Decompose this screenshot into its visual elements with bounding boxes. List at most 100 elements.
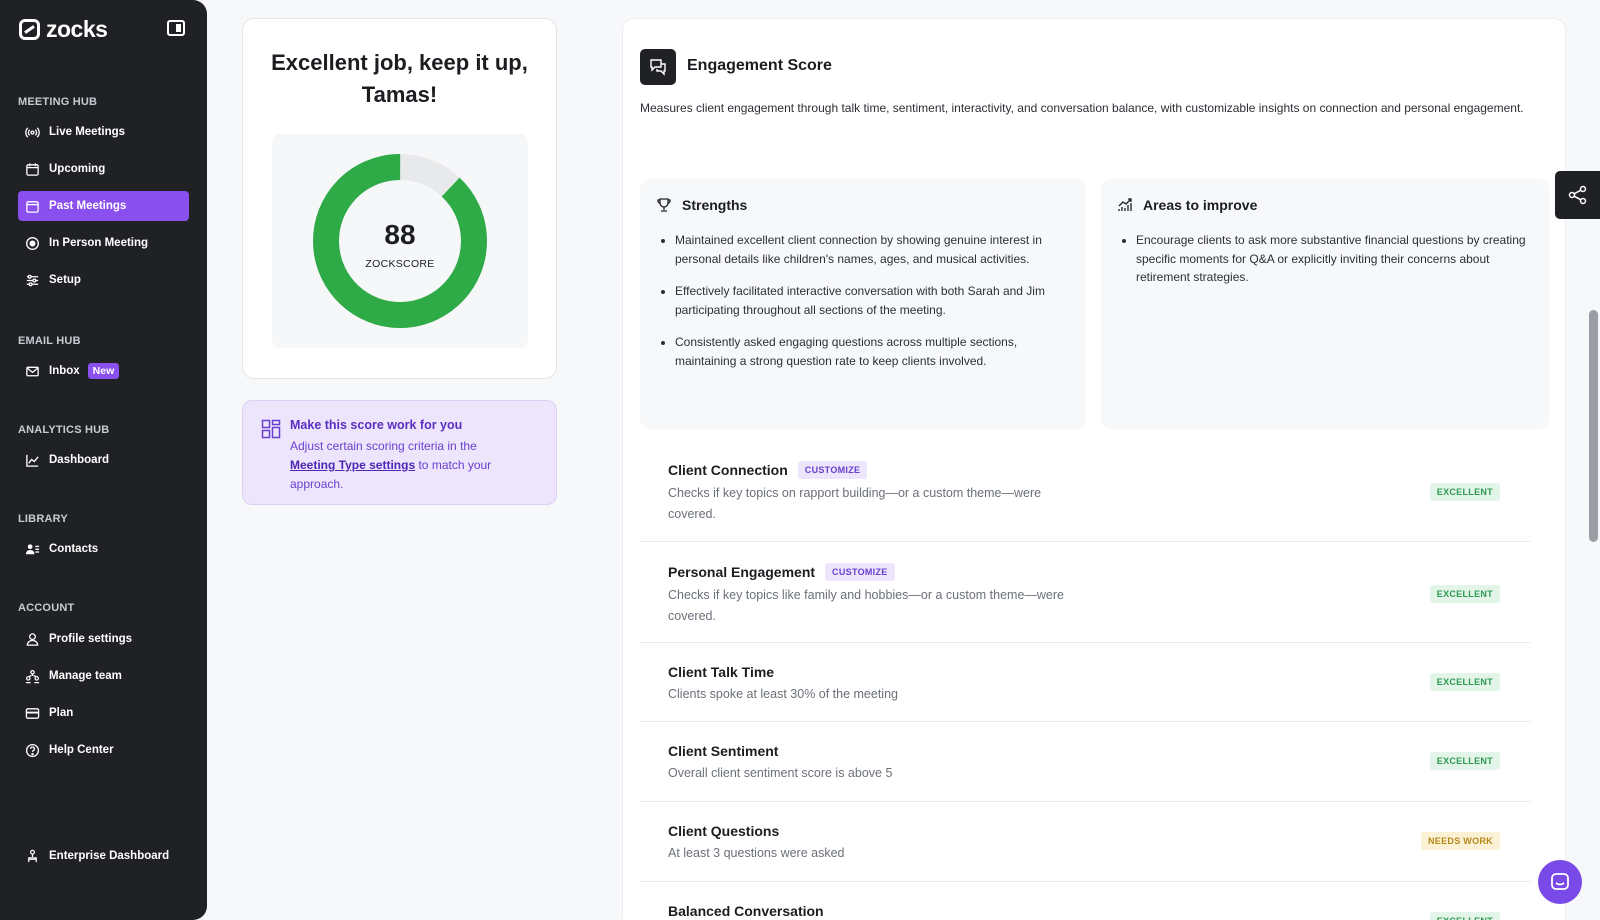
criteria-row-client-connection: Client Connection CUSTOMIZE Checks if ke… [640,447,1530,542]
improve-title: Areas to improve [1143,197,1258,213]
status-badge: EXCELLENT [1429,673,1500,691]
customize-button[interactable]: CUSTOMIZE [825,563,895,581]
team-icon [24,668,40,684]
criteria-title: Client Talk Time [668,664,775,680]
chat-bubble-icon [640,49,676,85]
sidebar-item-upcoming[interactable]: Upcoming [18,154,189,184]
criteria-title: Personal Engagement [668,564,816,580]
criteria-name: Client Connection CUSTOMIZE [668,461,868,479]
sidebar-item-label: Past Meetings [49,200,127,212]
list-item: Maintained excellent client connection b… [675,231,1060,268]
strengths-title: Strengths [682,197,748,213]
section-meeting-hub: MEETING HUB [18,96,98,108]
broadcast-icon [24,124,40,140]
meeting-type-settings-link[interactable]: Meeting Type settings [290,458,415,472]
sidebar-item-plan[interactable]: Plan [18,698,189,728]
zocks-logo[interactable]: zocks [19,16,108,43]
contacts-icon [24,541,40,557]
status-badge: EXCELLENT [1429,752,1500,770]
sidebar-item-profile-settings[interactable]: Profile settings [18,624,189,654]
score-title: Excellent job, keep it up, Tamas! [271,50,528,107]
layout-grid-icon [261,419,281,439]
user-icon [24,631,40,647]
criteria-row-client-sentiment: Client Sentiment Overall client sentimen… [640,722,1530,802]
strengths-list: Maintained excellent client connection b… [675,231,1060,384]
improve-card: Areas to improve Encourage clients to as… [1101,179,1549,429]
score-card: Excellent job, keep it up, Tamas! 88 ZOC… [242,18,557,379]
sidebar-item-live-meetings[interactable]: Live Meetings [18,117,189,147]
status-badge: NEEDS WORK [1420,832,1500,850]
new-badge: New [87,363,120,379]
record-icon [24,235,40,251]
sidebar-item-in-person[interactable]: In Person Meeting [18,228,189,258]
criteria-row-balanced-conversation: Balanced Conversation EXCELLENT [640,882,1530,920]
sidebar-item-label: Upcoming [49,163,106,175]
engagement-panel: Engagement Score Measures client engagem… [622,18,1566,920]
sidebar-item-manage-team[interactable]: Manage team [18,661,189,691]
app-name: zocks [46,16,108,42]
enterprise-icon [24,848,40,864]
mail-icon [24,363,40,379]
criteria-title: Client Sentiment [668,743,779,759]
tip-card: Make this score work for you Adjust cert… [242,400,557,505]
criteria-row-client-talk-time: Client Talk Time Clients spoke at least … [640,643,1530,722]
criteria-name: Client Talk Time [668,664,774,680]
sidebar-item-enterprise-dashboard[interactable]: Enterprise Dashboard [18,841,189,871]
card-icon [24,705,40,721]
calendar-past-icon [24,198,40,214]
score-donut: 88 ZOCKSCORE [272,134,528,348]
criteria-title: Client Questions [668,823,780,839]
customize-button[interactable]: CUSTOMIZE [797,461,868,479]
sidebar-item-label: Help Center [49,744,114,756]
sidebar-item-label: Enterprise Dashboard [49,850,170,862]
sidebar-item-contacts[interactable]: Contacts [18,534,189,564]
sidebar-item-dashboard[interactable]: Dashboard [18,445,189,475]
sidebar-item-label: Setup [49,274,81,286]
sliders-icon [24,272,40,288]
calendar-icon [24,161,40,177]
improve-header: Areas to improve [1117,197,1257,213]
trend-up-icon [1118,198,1132,211]
sidebar-item-label: In Person Meeting [49,237,149,249]
chat-support-button[interactable] [1538,860,1582,904]
share-button[interactable] [1555,171,1600,219]
criteria-title: Balanced Conversation [668,903,824,919]
tip-title: Make this score work for you [290,418,463,432]
sidebar-item-label: Profile settings [49,633,133,645]
strengths-card: Strengths Maintained excellent client co… [640,179,1086,429]
section-analytics-hub: ANALYTICS HUB [18,424,110,436]
tip-body: Adjust certain scoring criteria in the M… [290,437,520,494]
tip-body-prefix: Adjust certain scoring criteria in the [290,439,477,453]
criteria-description: Clients spoke at least 30% of the meetin… [668,687,898,701]
criteria-description: Overall client sentiment score is above … [668,766,893,780]
list-item: Effectively facilitated interactive conv… [675,282,1060,319]
sidebar-item-past-meetings[interactable]: Past Meetings [18,191,189,221]
status-badge: EXCELLENT [1429,585,1500,603]
criteria-row-client-questions: Client Questions At least 3 questions we… [640,802,1530,882]
section-email-hub: EMAIL HUB [18,335,81,347]
chat-icon [1551,873,1569,890]
help-icon [24,742,40,758]
criteria-row-personal-engagement: Personal Engagement CUSTOMIZE Checks if … [640,542,1530,643]
status-badge: EXCELLENT [1429,912,1500,920]
sidebar-item-setup[interactable]: Setup [18,265,189,295]
score-label: ZOCKSCORE [365,258,435,270]
improve-list: Encourage clients to ask more substantiv… [1136,231,1534,301]
line-chart-icon [24,452,40,468]
criteria-description: At least 3 questions were asked [668,846,845,860]
criteria-name: Balanced Conversation [668,903,824,919]
zocks-logo-icon [19,19,40,40]
sidebar-item-label: Live Meetings [49,126,126,138]
engagement-description: Measures client engagement through talk … [640,101,1524,115]
list-item: Consistently asked engaging questions ac… [675,333,1060,370]
criteria-title: Client Connection [668,462,788,478]
sidebar-item-inbox[interactable]: Inbox New [18,356,189,386]
sidebar-item-label: Plan [49,707,74,719]
section-library: LIBRARY [18,513,68,525]
criteria-name: Client Questions [668,823,779,839]
scrollbar-thumb[interactable] [1589,310,1598,542]
sidebar-item-help-center[interactable]: Help Center [18,735,189,765]
score-value: 88 [384,219,416,250]
criteria-description: Checks if key topics on rapport building… [668,486,1042,521]
sidebar-collapse-icon[interactable] [167,20,185,36]
